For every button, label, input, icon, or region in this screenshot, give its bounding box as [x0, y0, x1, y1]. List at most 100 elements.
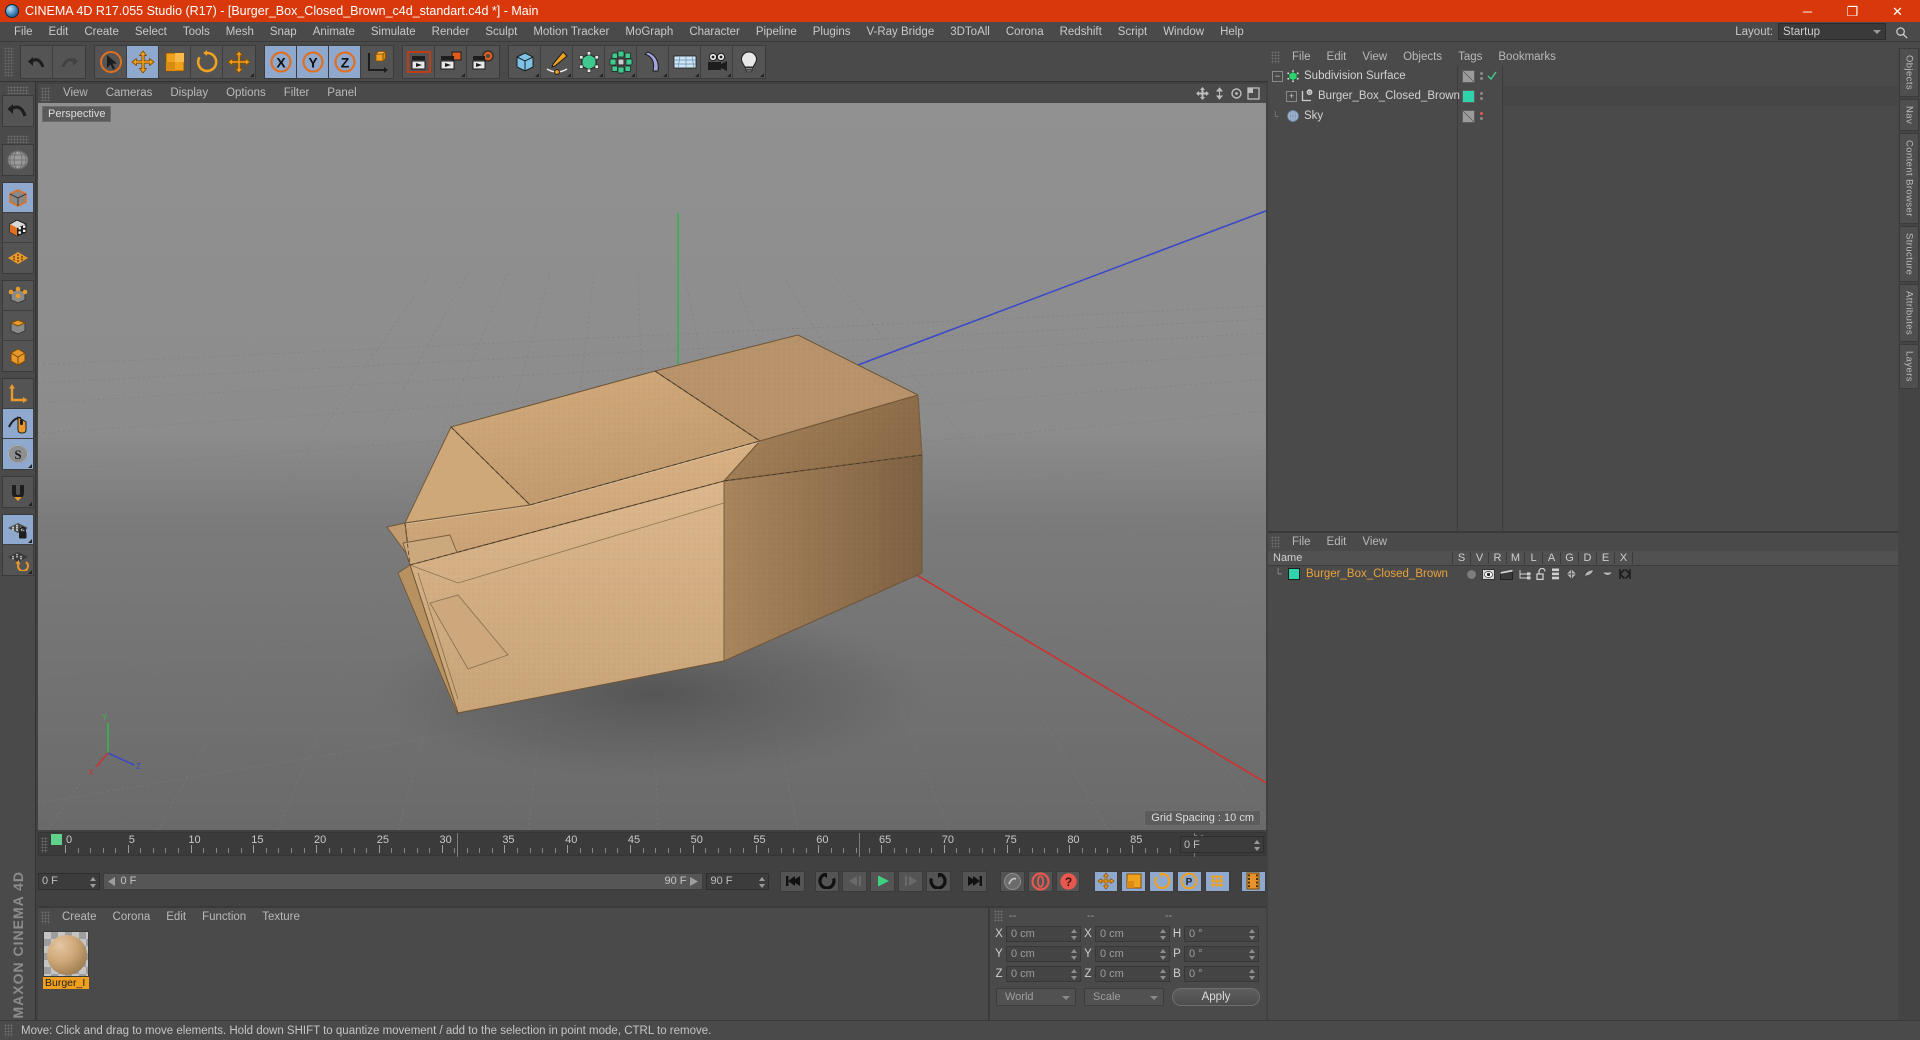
material-column-e[interactable]: E [1597, 552, 1615, 564]
edges-mode-icon[interactable] [2, 311, 33, 341]
lock-x-axis-icon[interactable]: X [265, 45, 297, 78]
menu-item-create[interactable]: Create [76, 22, 127, 42]
live-selection-icon[interactable] [95, 45, 127, 78]
enable-snap-icon[interactable] [3, 477, 33, 507]
model-mode-icon[interactable] [2, 183, 33, 213]
render-clapper-icon[interactable] [1499, 569, 1513, 580]
polygons-mode-icon[interactable] [3, 341, 33, 371]
menu-item-mograph[interactable]: MoGraph [617, 22, 681, 42]
viewport-solo-icon[interactable]: S [2, 439, 33, 469]
menu-item-sculpt[interactable]: Sculpt [477, 22, 525, 42]
record-position-button[interactable] [1093, 870, 1119, 892]
position-field-x[interactable]: 0 cm [1006, 926, 1081, 942]
record-active-objects-button[interactable] [1027, 870, 1053, 892]
view-move-icon[interactable] [1196, 87, 1209, 100]
selection-dot-icon[interactable] [1466, 569, 1477, 580]
size-field-x[interactable]: 0 cm [1095, 926, 1170, 942]
menu-item-mesh[interactable]: Mesh [218, 22, 262, 42]
menu-item-simulate[interactable]: Simulate [363, 22, 424, 42]
coordinate-system-dropdown[interactable]: World [996, 988, 1076, 1006]
hierarchy-icon[interactable] [1518, 569, 1531, 580]
scrub-right-arrow-icon[interactable] [690, 876, 699, 886]
right-tab-layers[interactable]: Layers [1899, 344, 1919, 390]
enable-axis-modification-icon[interactable] [2, 409, 33, 439]
close-button[interactable]: ✕ [1875, 0, 1920, 22]
record-scale-button[interactable] [1121, 870, 1147, 892]
object-manager-menu-edit[interactable]: Edit [1319, 48, 1355, 66]
rotate-tool-icon[interactable] [191, 45, 223, 78]
pen-spline-icon[interactable] [541, 45, 573, 78]
status-bar-grip[interactable] [4, 1024, 13, 1037]
viewport-menu-filter[interactable]: Filter [275, 84, 319, 103]
tree-expander[interactable]: − [1272, 70, 1283, 82]
points-mode-icon[interactable] [2, 281, 33, 311]
record-pla-button[interactable] [1204, 870, 1230, 892]
render-region-icon[interactable] [435, 45, 467, 78]
material-list-menu-view[interactable]: View [1354, 533, 1395, 551]
material-column-l[interactable]: L [1525, 552, 1543, 564]
material-list-menu-edit[interactable]: Edit [1319, 533, 1355, 551]
spinner-icon[interactable] [1249, 949, 1255, 960]
spinner-icon[interactable] [1254, 840, 1260, 851]
texture-mode-icon[interactable] [2, 213, 33, 243]
material-browser-menu-edit[interactable]: Edit [158, 908, 194, 926]
lock-open-icon[interactable] [1536, 568, 1547, 580]
generator-nurbs-icon[interactable] [573, 45, 605, 78]
menu-item-animate[interactable]: Animate [305, 22, 363, 42]
material-column-g[interactable]: G [1561, 552, 1579, 564]
animation-layer-icon[interactable] [1551, 568, 1560, 580]
light-icon[interactable] [733, 46, 765, 78]
menu-item-window[interactable]: Window [1155, 22, 1212, 42]
current-frame-field[interactable]: 0 F [1180, 836, 1264, 853]
step-forward-button[interactable] [898, 870, 923, 892]
viewport-menu-display[interactable]: Display [161, 84, 217, 103]
material-tag-swatch[interactable] [1462, 89, 1475, 103]
mograph-array-icon[interactable] [605, 45, 637, 78]
expression-icon[interactable] [1619, 568, 1631, 580]
toolbar-grip[interactable] [4, 46, 14, 77]
right-tab-objects[interactable]: Objects [1899, 48, 1919, 98]
camera-icon[interactable] [701, 45, 733, 78]
position-field-z[interactable]: 0 cm [1006, 966, 1081, 982]
object-row-burger-box-closed-brown[interactable]: +0 Burger_Box_Closed_Brown [1268, 86, 1460, 106]
tag-placeholder-icon[interactable] [1462, 69, 1475, 83]
planar-workplane-icon[interactable] [3, 545, 33, 575]
record-rotation-button[interactable] [1149, 870, 1175, 892]
material-menu-grip[interactable] [41, 910, 50, 924]
view-maximize-icon[interactable] [1247, 87, 1260, 100]
menu-item-help[interactable]: Help [1212, 22, 1252, 42]
timeline-start-field[interactable]: 0 F [38, 872, 101, 890]
timeline-end-field[interactable]: 90 F [706, 872, 769, 890]
object-tags-row[interactable] [1458, 66, 1502, 86]
dynamics-icon[interactable] [1600, 568, 1614, 580]
material-column-r[interactable]: R [1489, 552, 1507, 564]
rotation-field-p[interactable]: 0 ° [1184, 946, 1259, 962]
play-backwards-button[interactable] [814, 870, 840, 892]
apply-button[interactable]: Apply [1172, 988, 1260, 1006]
menu-item-3dtoall[interactable]: 3DToAll [942, 22, 998, 42]
undo-icon[interactable] [21, 45, 53, 78]
right-tab-attributes[interactable]: Attributes [1899, 284, 1919, 343]
object-manager-grip[interactable] [1271, 50, 1280, 64]
viewport-menu-panel[interactable]: Panel [318, 84, 365, 103]
make-editable-icon[interactable] [3, 145, 33, 175]
object-axis-mode-icon[interactable] [2, 379, 33, 409]
play-button[interactable] [870, 870, 896, 892]
material-browser-menu-function[interactable]: Function [194, 908, 254, 926]
viewport-3d[interactable]: Y Z X Perspective Grid Spacing : 10 cm [38, 103, 1266, 830]
menu-item-edit[interactable]: Edit [41, 22, 77, 42]
object-row-subdivision-surface[interactable]: − Subdivision Surface [1268, 66, 1457, 86]
menu-item-snap[interactable]: Snap [262, 22, 305, 42]
material-list-grip[interactable] [1271, 535, 1280, 549]
object-tags-row[interactable] [1458, 86, 1502, 106]
floor-scene-icon[interactable] [669, 45, 701, 78]
spinner-icon[interactable] [1160, 929, 1166, 940]
right-tab-nav[interactable]: Nav [1899, 99, 1919, 132]
menu-item-file[interactable]: File [6, 22, 41, 42]
record-parameter-button[interactable]: P [1177, 870, 1202, 892]
object-row-sky[interactable]: └ Sky [1268, 106, 1457, 126]
viewport-menu-cameras[interactable]: Cameras [97, 84, 162, 103]
viewport-menu-view[interactable]: View [54, 84, 97, 103]
rotation-field-b[interactable]: 0 ° [1184, 966, 1259, 982]
workplane-mode-icon[interactable] [3, 243, 33, 273]
